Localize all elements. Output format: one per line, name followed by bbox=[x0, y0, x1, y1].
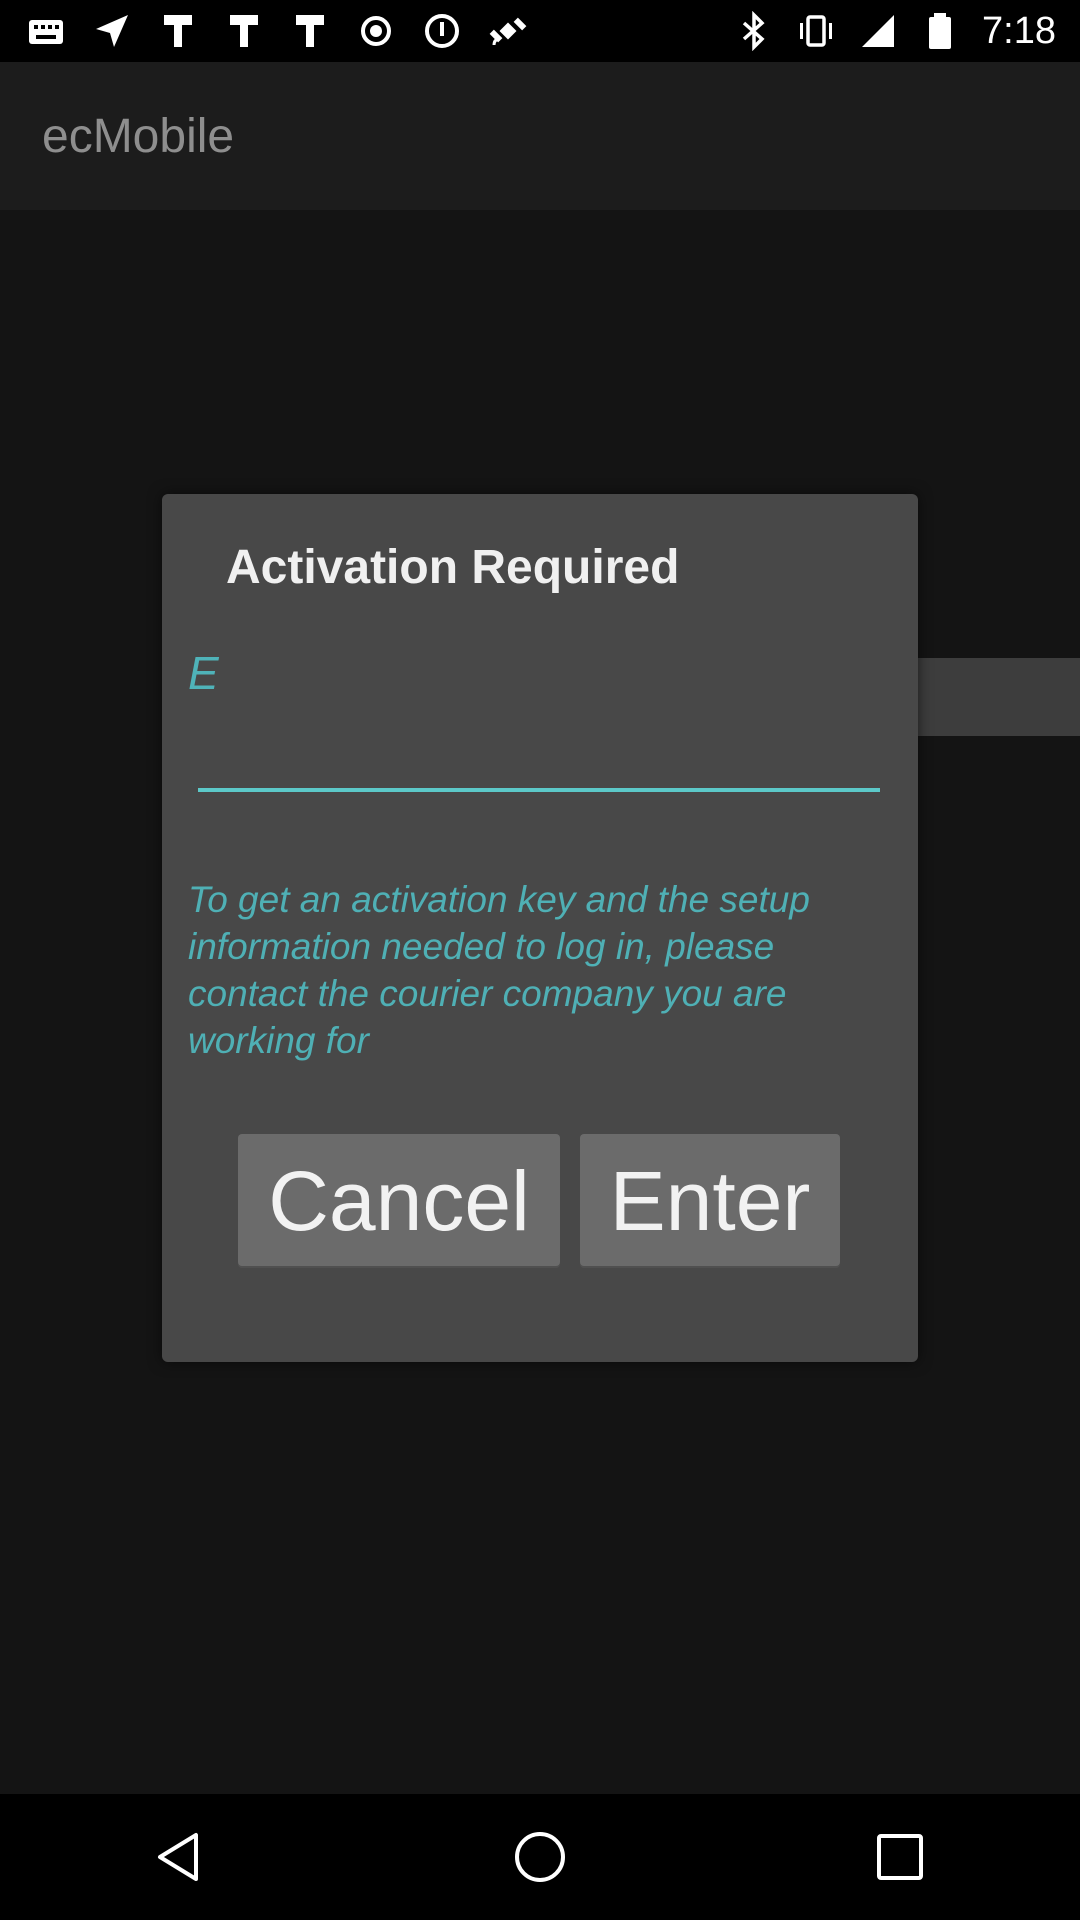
activation-key-input[interactable] bbox=[198, 642, 880, 792]
bluetooth-icon bbox=[742, 11, 765, 51]
dialog-title: Activation Required bbox=[226, 541, 680, 594]
vibrate-icon bbox=[800, 15, 833, 47]
location-arrow-icon bbox=[96, 15, 128, 47]
recents-icon bbox=[877, 1834, 923, 1880]
status-bar: 7:18 bbox=[0, 0, 1080, 62]
cancel-button[interactable]: Cancel bbox=[238, 1134, 560, 1268]
back-icon bbox=[158, 1833, 198, 1881]
background-strip bbox=[918, 658, 1080, 736]
enter-button[interactable]: Enter bbox=[580, 1134, 840, 1268]
app-title: ecMobile bbox=[42, 109, 235, 163]
ink-pen-icon bbox=[164, 15, 192, 47]
ink-pen-icon bbox=[296, 15, 324, 47]
app-bar: ecMobile bbox=[0, 62, 1080, 210]
dot-circle-icon bbox=[361, 16, 391, 46]
activation-help-text: To get an activation key and the setup i… bbox=[188, 879, 810, 1061]
notification-icons bbox=[0, 11, 528, 51]
signal-icon bbox=[862, 15, 895, 47]
fake-gps-satellite-icon bbox=[489, 17, 527, 46]
back-button[interactable] bbox=[125, 1802, 235, 1912]
home-icon bbox=[515, 1832, 565, 1882]
ink-pen-icon bbox=[230, 15, 258, 47]
info-circle-icon bbox=[425, 14, 459, 48]
mail-icon bbox=[29, 20, 63, 44]
recents-button[interactable] bbox=[845, 1802, 955, 1912]
home-button[interactable] bbox=[485, 1802, 595, 1912]
battery-icon bbox=[929, 13, 952, 49]
navigation-bar bbox=[0, 1794, 1080, 1920]
status-time: 7:18 bbox=[982, 9, 1056, 52]
activation-dialog: Activation Required E To get an activati… bbox=[162, 494, 918, 1362]
